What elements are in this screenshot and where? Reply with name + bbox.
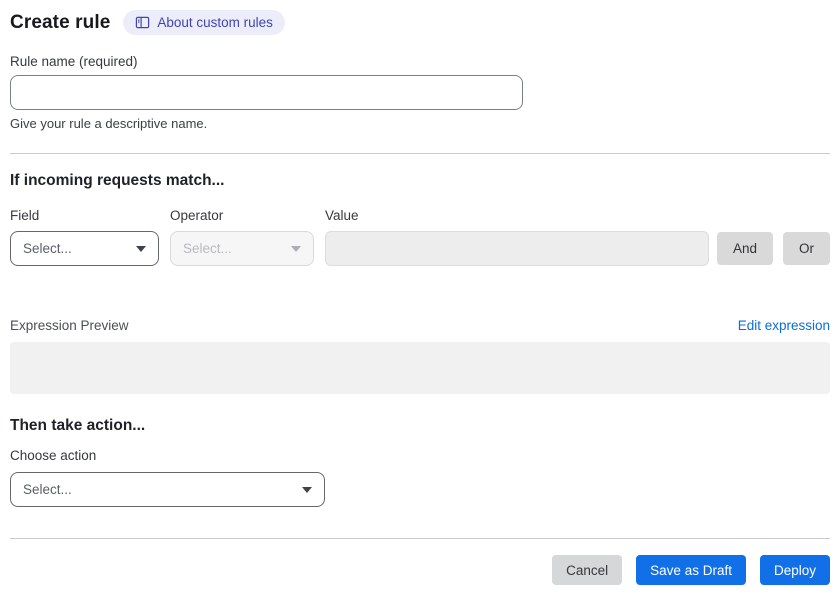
choose-action-label: Choose action (10, 448, 97, 463)
rule-name-label: Rule name (required) (10, 54, 138, 69)
page-title: Create rule (10, 11, 111, 33)
field-label: Field (10, 208, 40, 223)
operator-select[interactable]: Select... (170, 231, 314, 266)
value-label: Value (325, 208, 359, 223)
and-button[interactable]: And (716, 232, 773, 265)
section-divider (10, 153, 830, 154)
edit-expression-link[interactable]: Edit expression (738, 318, 830, 333)
operator-label: Operator (170, 208, 224, 223)
about-custom-rules-label: About custom rules (157, 15, 273, 30)
cancel-button[interactable]: Cancel (552, 555, 623, 585)
field-column: Field Select... (10, 208, 159, 266)
chevron-down-icon (302, 486, 312, 493)
deploy-button[interactable]: Deploy (759, 555, 830, 585)
about-custom-rules-link[interactable]: About custom rules (123, 10, 285, 35)
create-rule-page: Create rule About custom rules Rule name… (0, 0, 839, 585)
expression-preview-header: Expression Preview Edit expression (10, 318, 830, 333)
operator-column: Operator Select... (170, 208, 314, 266)
action-select-value: Select... (23, 482, 72, 497)
action-select[interactable]: Select... (10, 472, 325, 507)
or-button[interactable]: Or (783, 232, 830, 265)
expression-preview-box (10, 342, 830, 394)
condition-row: Field Select... Operator Select... Value… (10, 208, 830, 266)
footer-divider (10, 538, 830, 539)
section-title-action: Then take action... (10, 417, 146, 434)
value-column: Value (325, 208, 709, 266)
value-input[interactable] (325, 231, 709, 266)
operator-select-value: Select... (183, 241, 232, 256)
rule-name-help: Give your rule a descriptive name. (10, 116, 208, 131)
save-as-draft-button[interactable]: Save as Draft (636, 555, 746, 585)
field-select[interactable]: Select... (10, 231, 159, 266)
field-select-value: Select... (23, 241, 72, 256)
rule-name-input[interactable] (10, 75, 523, 110)
chevron-down-icon (136, 245, 146, 252)
expression-preview-label: Expression Preview (10, 318, 129, 333)
page-header: Create rule About custom rules (10, 10, 830, 35)
chevron-down-icon (291, 245, 301, 252)
book-icon (135, 15, 150, 30)
andor-group: And Or (716, 232, 830, 265)
footer-actions: Cancel Save as Draft Deploy (10, 555, 830, 585)
section-title-match: If incoming requests match... (10, 172, 225, 189)
